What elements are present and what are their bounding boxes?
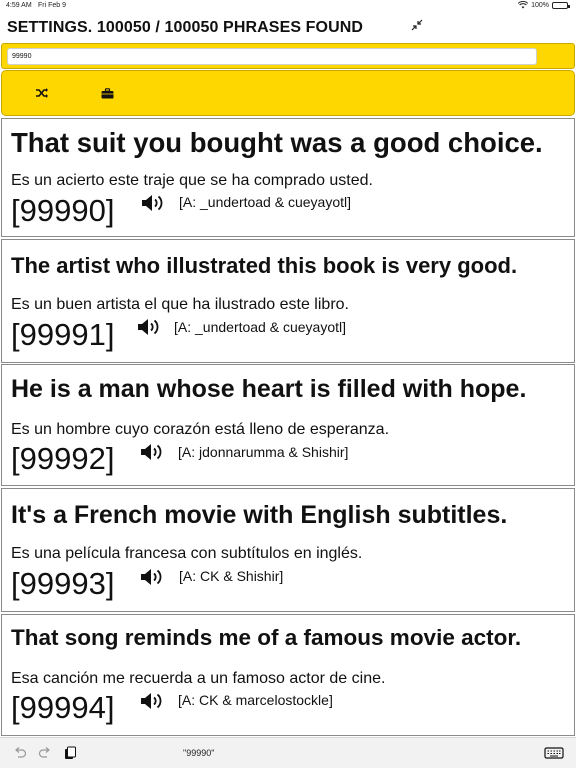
- phrase-number: [99992]: [11, 441, 115, 476]
- speaker-icon[interactable]: [136, 317, 162, 337]
- keyboard-icon[interactable]: [544, 746, 564, 760]
- phrase-card[interactable]: That song reminds me of a famous movie a…: [1, 614, 575, 736]
- page-title[interactable]: SETTINGS. 100050 / 100050 PHRASES FOUND: [7, 19, 363, 37]
- phrase-spanish: Es un buen artista el que ha ilustrado e…: [11, 296, 349, 313]
- phrase-card[interactable]: The artist who illustrated this book is …: [1, 239, 575, 363]
- phrase-english: The artist who illustrated this book is …: [11, 253, 518, 278]
- status-right: 100%: [518, 1, 570, 9]
- status-bar: 4:59 AM Fri Feb 9 100%: [0, 0, 576, 12]
- speaker-icon[interactable]: [139, 567, 165, 587]
- phrase-number: [99994]: [11, 690, 115, 725]
- redo-icon[interactable]: [38, 746, 52, 760]
- phrase-attribution: [A: _undertoad & cueyayotl]: [179, 194, 351, 210]
- phrase-card[interactable]: It's a French movie with English subtitl…: [1, 488, 575, 612]
- phrase-spanish: Es un hombre cuyo corazón está lleno de …: [11, 421, 390, 438]
- undo-icon[interactable]: [13, 746, 27, 760]
- shuffle-button[interactable]: [34, 85, 50, 101]
- phrase-number: [99993]: [11, 566, 115, 601]
- search-input[interactable]: [7, 48, 537, 65]
- autocomplete-suggestion[interactable]: "99990": [183, 748, 214, 758]
- phrase-english: That suit you bought was a good choice.: [11, 127, 543, 158]
- phrase-attribution: [A: jdonnarumma & Shishir]: [178, 444, 349, 460]
- speaker-icon[interactable]: [139, 691, 165, 711]
- phrase-number: [99990]: [11, 193, 115, 228]
- phrase-card[interactable]: That suit you bought was a good choice. …: [1, 118, 575, 237]
- toolbar: [1, 70, 575, 116]
- phrase-english: He is a man whose heart is filled with h…: [11, 375, 527, 403]
- phrase-attribution: [A: CK & marcelostockle]: [178, 692, 333, 708]
- phrase-attribution: [A: _undertoad & cueyayotl]: [174, 319, 346, 335]
- briefcase-icon: [101, 87, 113, 98]
- battery-percent: 100%: [531, 1, 549, 9]
- speaker-icon[interactable]: [139, 442, 165, 462]
- speaker-icon[interactable]: [140, 193, 166, 213]
- keyboard-shortcut-bar: "99990": [0, 737, 576, 768]
- status-date: Fri Feb 9: [38, 2, 67, 9]
- status-time: 4:59 AM: [6, 2, 32, 9]
- collapse-arrows-icon[interactable]: [410, 18, 424, 32]
- search-bar: [1, 43, 575, 69]
- briefcase-button[interactable]: [99, 85, 115, 101]
- shuffle-icon: [36, 88, 48, 98]
- phrase-spanish: Es una película francesa con subtítulos …: [11, 545, 363, 562]
- phrase-spanish: Es un acierto este traje que se ha compr…: [11, 172, 373, 189]
- paste-icon[interactable]: [63, 746, 77, 760]
- title-row: SETTINGS. 100050 / 100050 PHRASES FOUND: [0, 14, 576, 42]
- phrase-number: [99991]: [11, 317, 115, 352]
- battery-icon: [552, 1, 570, 9]
- phrase-attribution: [A: CK & Shishir]: [179, 568, 284, 584]
- phrase-english: That song reminds me of a famous movie a…: [11, 625, 522, 650]
- phrase-english: It's a French movie with English subtitl…: [11, 501, 508, 529]
- wifi-icon: [518, 1, 529, 9]
- phrase-card[interactable]: He is a man whose heart is filled with h…: [1, 364, 575, 486]
- phrase-spanish: Esa canción me recuerda a un famoso acto…: [11, 670, 386, 687]
